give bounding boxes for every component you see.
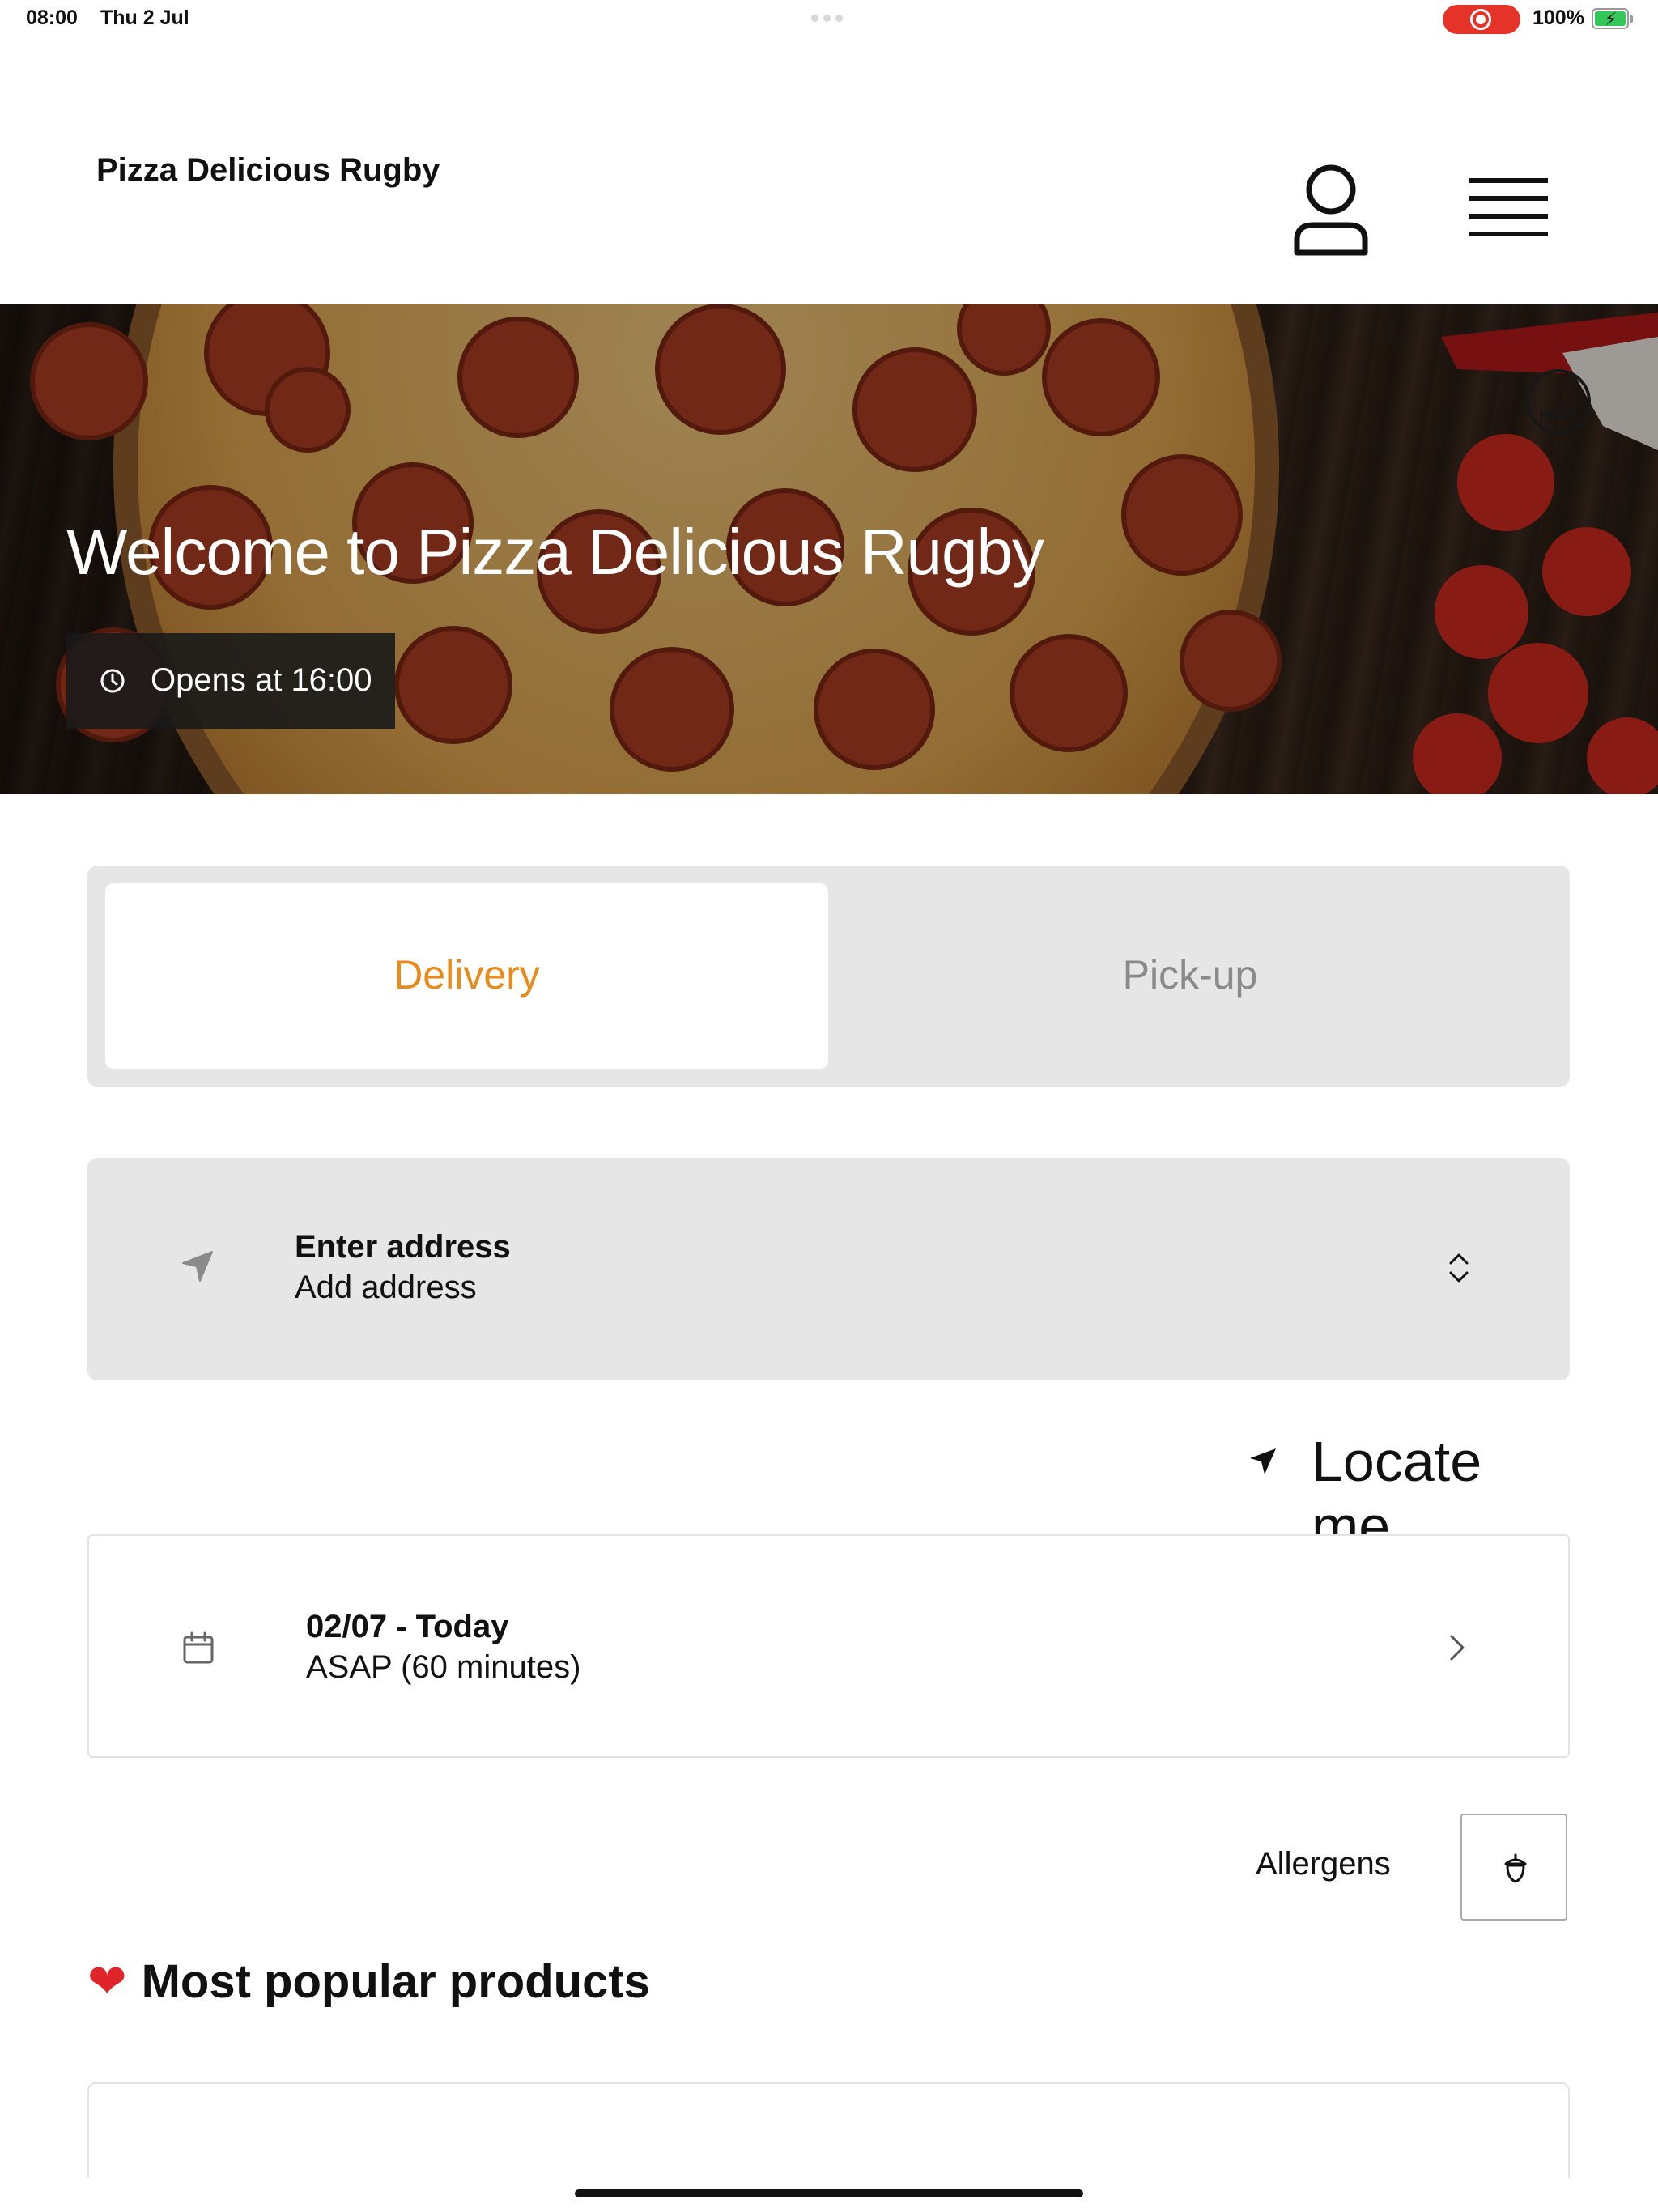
battery-percentage: 100% [1533, 6, 1584, 29]
home-indicator[interactable] [575, 2189, 1083, 2197]
acorn-icon [1504, 1853, 1527, 1883]
status-time: 08:00 [26, 6, 78, 29]
opening-time-text: Opens at 16:00 [151, 662, 372, 698]
popular-products-heading: ❤ Most popular products [87, 1955, 650, 2009]
welcome-heading: Welcome to Pizza Delicious Rugby [66, 516, 1044, 588]
delivery-date: 02/07 - Today [306, 1609, 509, 1644]
screen-recording-icon[interactable] [1443, 5, 1520, 34]
calendar-icon [183, 1631, 214, 1664]
popular-products-title: Most popular products [141, 1955, 650, 2008]
location-arrow-icon [1250, 1448, 1276, 1474]
restaurant-name[interactable]: Pizza Delicious Rugby [96, 152, 440, 189]
multitasking-dots-icon[interactable] [811, 15, 843, 22]
account-button[interactable] [1290, 162, 1371, 259]
address-selector[interactable]: Enter address Add address [87, 1158, 1570, 1380]
status-bar: 08:00 Thu 2 Jul 100% ⚡ [0, 0, 1658, 39]
battery-icon: ⚡ [1592, 8, 1633, 29]
clock-icon [100, 669, 125, 693]
menu-button[interactable] [1457, 168, 1558, 249]
pickup-tab[interactable]: Pick-up [828, 883, 1552, 1069]
locate-me-button[interactable]: Locate me [1247, 1429, 1571, 1558]
allergens-label: Allergens [1256, 1846, 1391, 1882]
address-title: Enter address [295, 1229, 511, 1265]
heart-icon: ❤ [87, 1955, 127, 2008]
delivery-tab[interactable]: Delivery [105, 883, 828, 1069]
opening-hours-badge: Opens at 16:00 [66, 633, 395, 729]
status-date: Thu 2 Jul [100, 6, 189, 29]
hero-banner: HALAL Welcome to Pizza Delicious Rugby O… [0, 304, 1658, 794]
chevron-right-icon [1450, 1635, 1465, 1661]
allergens-button[interactable] [1460, 1814, 1567, 1921]
address-subtitle: Add address [295, 1270, 477, 1305]
app-header: Pizza Delicious Rugby [0, 39, 1658, 304]
chevron-up-down-icon [1449, 1253, 1469, 1283]
hamburger-menu-icon [1469, 178, 1548, 236]
navigation-arrow-icon [182, 1251, 213, 1282]
pickup-tab-label: Pick-up [1122, 952, 1258, 998]
order-mode-toggle: Delivery Pick-up [87, 866, 1570, 1087]
user-icon [1294, 164, 1368, 256]
delivery-time: ASAP (60 minutes) [306, 1649, 581, 1685]
delivery-time-selector[interactable]: 02/07 - Today ASAP (60 minutes) [87, 1534, 1570, 1758]
delivery-tab-label: Delivery [393, 952, 540, 998]
